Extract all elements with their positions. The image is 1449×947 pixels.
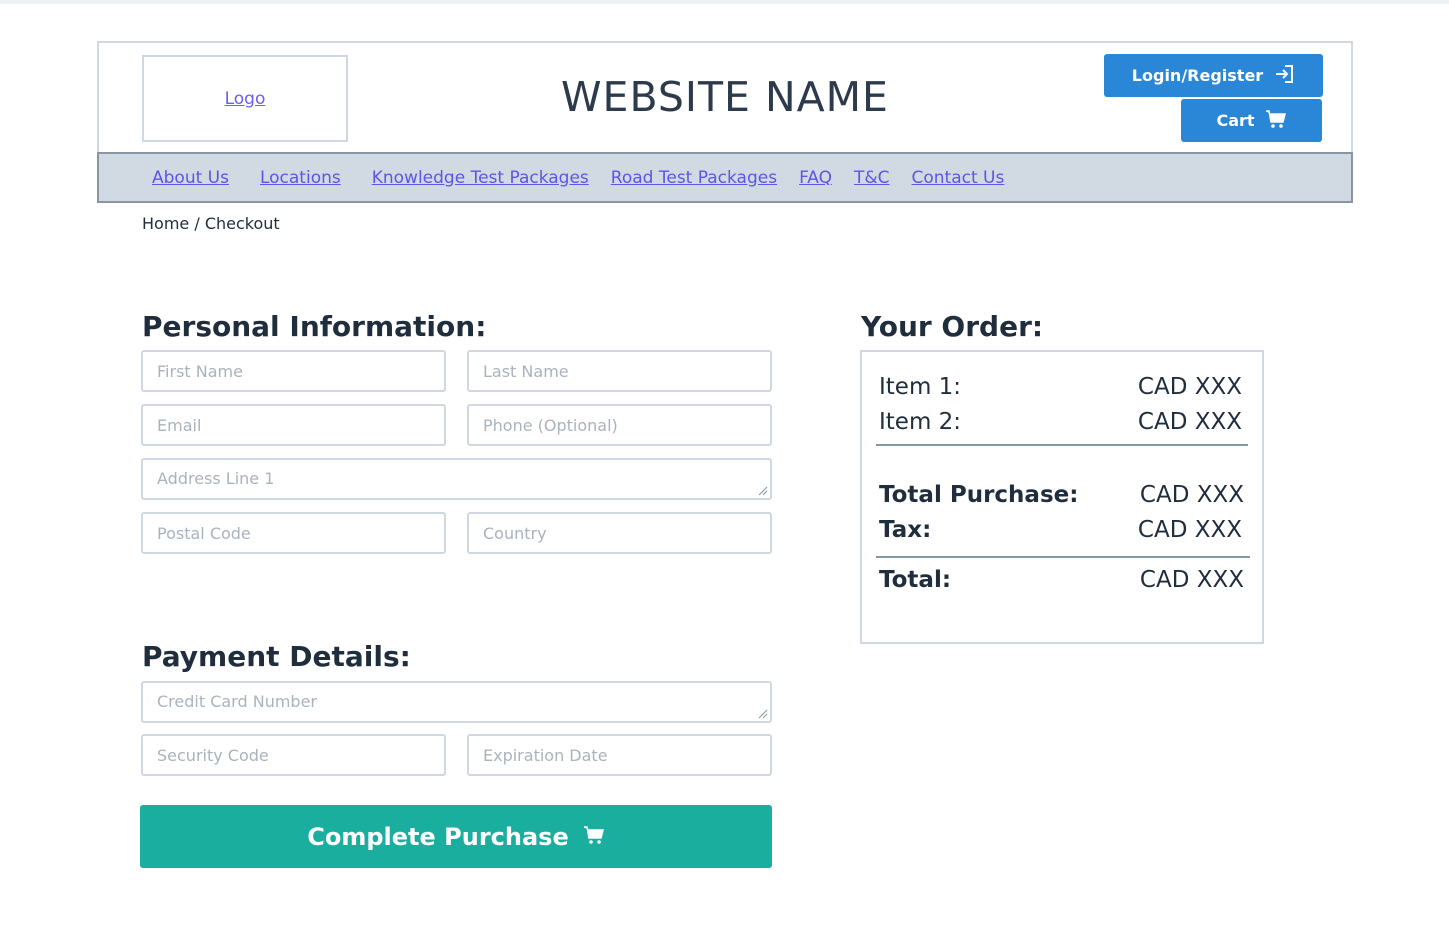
order-item-row: Item 2: CAD XXX bbox=[879, 409, 1242, 435]
nav-about-us[interactable]: About Us bbox=[152, 168, 229, 188]
nav-faq[interactable]: FAQ bbox=[799, 168, 832, 188]
postal-code-field[interactable] bbox=[141, 512, 446, 554]
complete-purchase-label: Complete Purchase bbox=[307, 822, 569, 851]
phone-field[interactable] bbox=[467, 404, 772, 446]
top-strip bbox=[0, 0, 1449, 4]
order-item-value: CAD XXX bbox=[1137, 374, 1242, 400]
breadcrumb: Home / Checkout bbox=[142, 214, 280, 233]
tax-value: CAD XXX bbox=[1137, 517, 1242, 543]
order-item-value: CAD XXX bbox=[1137, 409, 1242, 435]
first-name-field[interactable] bbox=[141, 350, 446, 392]
login-register-label: Login/Register bbox=[1131, 66, 1264, 85]
main-nav: About Us Locations Knowledge Test Packag… bbox=[97, 152, 1353, 203]
resize-grip-icon[interactable] bbox=[756, 484, 768, 496]
order-summary: Item 1: CAD XXX Item 2: CAD XXX Total Pu… bbox=[860, 350, 1264, 644]
nav-locations[interactable]: Locations bbox=[260, 168, 341, 188]
shopping-cart-icon bbox=[1265, 109, 1287, 133]
total-row: Total: CAD XXX bbox=[879, 567, 1244, 593]
country-field[interactable] bbox=[467, 512, 772, 554]
personal-info-title: Personal Information: bbox=[142, 310, 487, 343]
address-field[interactable] bbox=[141, 458, 772, 500]
site-header: Logo WEBSITE NAME Login/Register Cart bbox=[97, 41, 1353, 153]
order-divider bbox=[876, 444, 1248, 446]
your-order-title: Your Order: bbox=[861, 310, 1044, 343]
complete-purchase-button[interactable]: Complete Purchase bbox=[140, 805, 772, 868]
total-purchase-row: Total Purchase: CAD XXX bbox=[879, 482, 1244, 508]
resize-grip-icon[interactable] bbox=[756, 707, 768, 719]
nav-contact-us[interactable]: Contact Us bbox=[912, 168, 1005, 188]
expiration-date-field[interactable] bbox=[467, 734, 772, 776]
tax-row: Tax: CAD XXX bbox=[879, 517, 1242, 543]
nav-road-test-packages[interactable]: Road Test Packages bbox=[611, 168, 777, 188]
total-value: CAD XXX bbox=[1139, 567, 1244, 593]
total-purchase-value: CAD XXX bbox=[1139, 482, 1244, 508]
credit-card-field[interactable] bbox=[141, 681, 772, 723]
nav-tc[interactable]: T&C bbox=[854, 168, 890, 188]
order-item-label: Item 1: bbox=[879, 374, 962, 400]
security-code-field[interactable] bbox=[141, 734, 446, 776]
login-arrow-icon bbox=[1273, 64, 1295, 88]
total-label: Total: bbox=[879, 567, 952, 593]
tax-label: Tax: bbox=[879, 517, 932, 543]
order-item-label: Item 2: bbox=[879, 409, 962, 435]
cart-label: Cart bbox=[1216, 111, 1255, 130]
nav-knowledge-test-packages[interactable]: Knowledge Test Packages bbox=[372, 168, 589, 188]
order-divider bbox=[876, 556, 1250, 558]
total-purchase-label: Total Purchase: bbox=[879, 482, 1079, 508]
last-name-field[interactable] bbox=[467, 350, 772, 392]
order-item-row: Item 1: CAD XXX bbox=[879, 374, 1242, 400]
payment-details-title: Payment Details: bbox=[142, 640, 411, 673]
email-field[interactable] bbox=[141, 404, 446, 446]
login-register-button[interactable]: Login/Register bbox=[1104, 54, 1323, 97]
cart-button[interactable]: Cart bbox=[1181, 99, 1322, 142]
shopping-cart-icon bbox=[583, 823, 605, 851]
